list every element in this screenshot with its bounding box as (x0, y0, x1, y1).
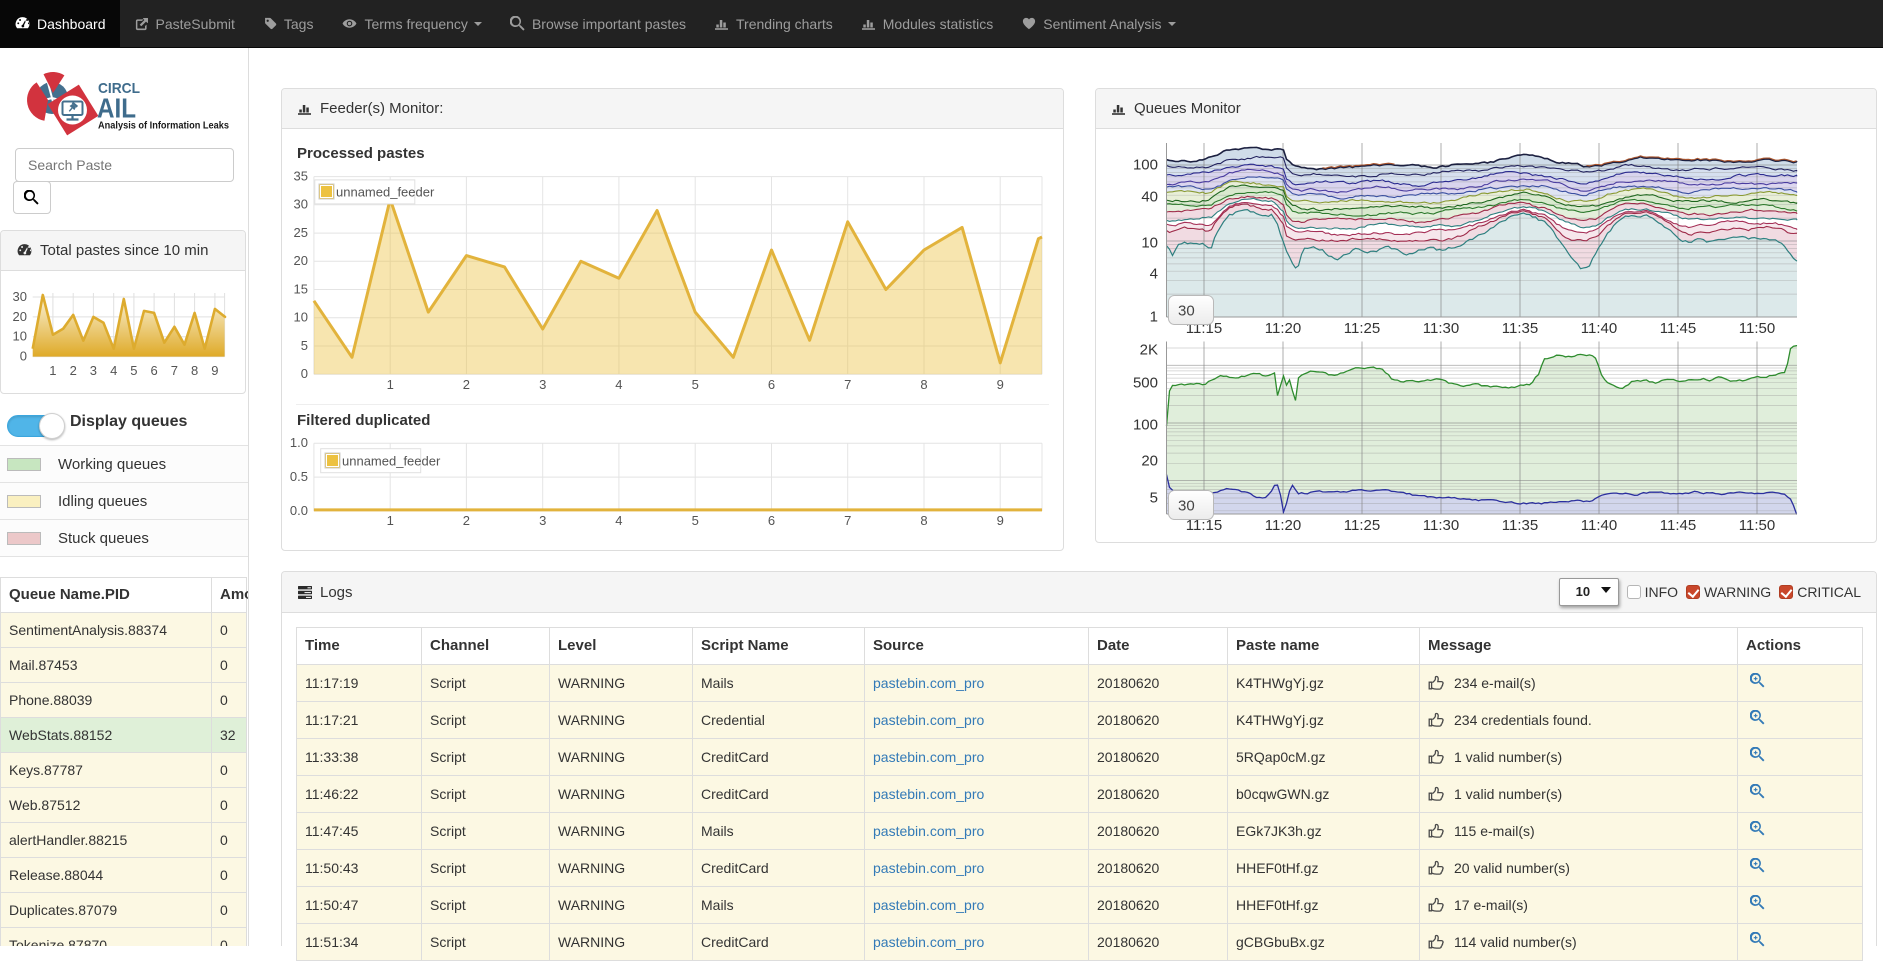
svg-text:15: 15 (294, 281, 308, 296)
svg-text:40: 40 (1141, 188, 1158, 205)
svg-text:4: 4 (110, 363, 117, 378)
svg-text:100: 100 (1133, 416, 1158, 433)
svg-text:unnamed_feeder: unnamed_feeder (336, 185, 435, 200)
svg-text:6: 6 (150, 363, 157, 378)
svg-text:11:20: 11:20 (1265, 517, 1301, 534)
svg-text:20: 20 (1141, 452, 1158, 469)
svg-text:AIL: AIL (97, 93, 136, 124)
svg-text:20: 20 (13, 309, 27, 324)
svg-text:5: 5 (1150, 489, 1158, 506)
svg-text:30: 30 (294, 197, 308, 212)
svg-text:11:50: 11:50 (1739, 320, 1775, 337)
svg-text:100: 100 (1133, 156, 1158, 173)
svg-text:0.0: 0.0 (290, 503, 308, 518)
svg-text:5: 5 (301, 338, 308, 353)
svg-text:25: 25 (294, 225, 308, 240)
svg-text:1: 1 (49, 363, 56, 378)
svg-text:30: 30 (1178, 303, 1195, 320)
svg-text:9: 9 (211, 363, 218, 378)
svg-text:0: 0 (301, 366, 308, 381)
svg-text:11:40: 11:40 (1581, 320, 1617, 337)
svg-text:8: 8 (191, 363, 198, 378)
svg-text:9: 9 (997, 513, 1004, 528)
svg-text:20: 20 (294, 253, 308, 268)
svg-text:3: 3 (90, 363, 97, 378)
svg-text:4: 4 (615, 513, 622, 528)
svg-text:1.0: 1.0 (290, 435, 308, 450)
svg-text:7: 7 (844, 377, 851, 392)
svg-text:2: 2 (463, 377, 470, 392)
svg-text:11:50: 11:50 (1739, 517, 1775, 534)
svg-text:3: 3 (539, 377, 546, 392)
svg-text:4: 4 (615, 377, 622, 392)
svg-text:6: 6 (768, 377, 775, 392)
svg-text:10: 10 (294, 310, 308, 325)
svg-text:7: 7 (844, 513, 851, 528)
svg-text:7: 7 (171, 363, 178, 378)
svg-text:11:25: 11:25 (1344, 517, 1380, 534)
svg-text:6: 6 (768, 513, 775, 528)
svg-text:3: 3 (539, 513, 546, 528)
svg-text:1: 1 (387, 513, 394, 528)
svg-text:8: 8 (920, 513, 927, 528)
svg-text:2: 2 (70, 363, 77, 378)
svg-text:unnamed_feeder: unnamed_feeder (342, 454, 441, 469)
svg-text:4: 4 (1150, 265, 1158, 282)
svg-text:11:20: 11:20 (1265, 320, 1301, 337)
svg-text:2: 2 (463, 513, 470, 528)
svg-text:35: 35 (294, 169, 308, 184)
svg-text:1: 1 (387, 377, 394, 392)
svg-text:11:25: 11:25 (1344, 320, 1380, 337)
svg-text:30: 30 (1178, 498, 1195, 515)
svg-text:11:30: 11:30 (1423, 320, 1459, 337)
svg-text:10: 10 (1141, 234, 1158, 251)
svg-text:11:35: 11:35 (1502, 517, 1538, 534)
svg-text:0: 0 (20, 349, 27, 364)
svg-text:5: 5 (692, 377, 699, 392)
svg-text:Analysis of Information Leaks: Analysis of Information Leaks (98, 121, 229, 132)
svg-text:2K: 2K (1140, 341, 1158, 358)
svg-text:500: 500 (1133, 374, 1158, 391)
svg-text:11:30: 11:30 (1423, 517, 1459, 534)
svg-text:0.5: 0.5 (290, 469, 308, 484)
svg-text:11:40: 11:40 (1581, 517, 1617, 534)
svg-text:11:45: 11:45 (1660, 517, 1696, 534)
svg-text:8: 8 (920, 377, 927, 392)
svg-text:10: 10 (13, 329, 27, 344)
svg-text:9: 9 (997, 377, 1004, 392)
svg-text:11:35: 11:35 (1502, 320, 1538, 337)
svg-text:5: 5 (692, 513, 699, 528)
svg-text:11:45: 11:45 (1660, 320, 1696, 337)
svg-text:1: 1 (1150, 308, 1158, 325)
svg-text:5: 5 (130, 363, 137, 378)
svg-text:30: 30 (13, 289, 27, 304)
